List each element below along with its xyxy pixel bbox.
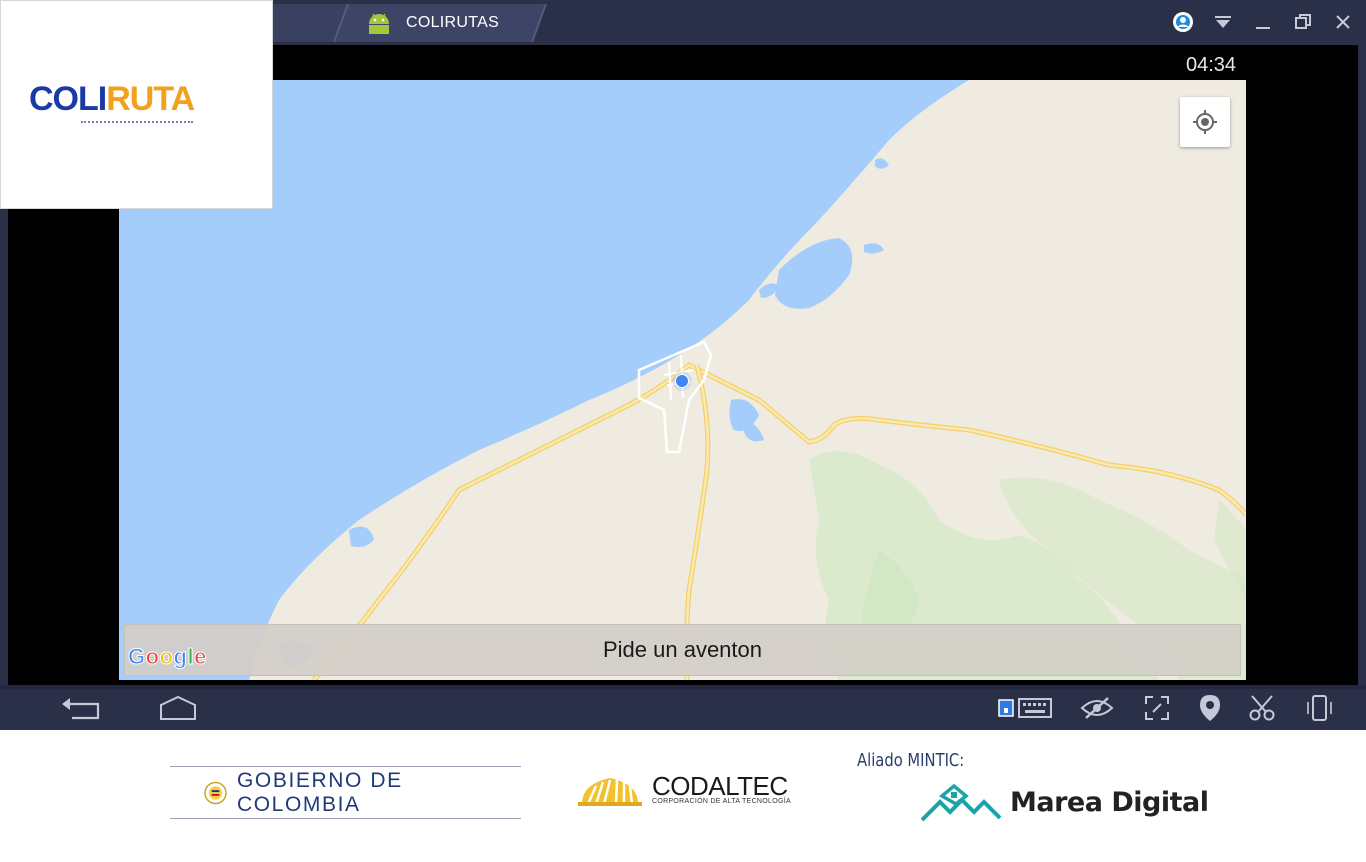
marea-digital-logo: Marea Digital: [920, 782, 1209, 822]
ally-label: Aliado MINTIC:: [857, 750, 965, 771]
government-logo: GOBIERNO DE COLOMBIA: [170, 766, 521, 819]
restore-icon[interactable]: [1288, 7, 1318, 37]
google-logo-letter: g: [173, 644, 188, 670]
codaltec-text: CODALTEC CORPORACIÓN DE ALTA TECNOLOGÍA: [652, 770, 791, 805]
request-ride-label: Pide un aventon: [602, 637, 763, 662]
colombia-seal-icon: [204, 781, 227, 804]
fullscreen-button[interactable]: [1138, 692, 1176, 724]
dropdown-icon[interactable]: [1208, 7, 1238, 37]
back-button[interactable]: [58, 692, 102, 724]
app-logo-part1: COLI: [29, 80, 107, 118]
keyboard-button[interactable]: [995, 692, 1055, 724]
google-logo-letter: G: [128, 644, 146, 670]
government-name: GOBIERNO DE COLOMBIA: [236, 768, 403, 816]
google-logo-letter: e: [194, 644, 207, 670]
marea-digital-name: Marea Digital: [1010, 786, 1209, 818]
rotate-device-icon: [1307, 695, 1332, 721]
codaltec-logo: CODALTEC CORPORACIÓN DE ALTA TECNOLOGÍA: [578, 772, 791, 806]
window-controls: [1168, 4, 1358, 40]
location-button[interactable]: [1191, 692, 1229, 724]
scissors-icon: [1249, 695, 1275, 721]
marea-digital-wave-icon: [920, 783, 1002, 822]
codaltec-subtitle: CORPORACIÓN DE ALTA TECNOLOGÍA: [652, 797, 791, 805]
google-logo-letter: o: [145, 644, 160, 670]
fullscreen-icon: [1145, 696, 1169, 720]
minimize-icon[interactable]: [1248, 7, 1278, 37]
my-location-icon: [1193, 110, 1217, 134]
tab-title: COLIRUTAS: [406, 14, 500, 31]
emulator-screen: COLIRUTAS 04:34 Pide un aventon Google C…: [0, 0, 1366, 862]
map-canvas[interactable]: [119, 80, 1246, 680]
google-logo-letter: o: [159, 644, 174, 670]
google-logo-text: Google: [128, 644, 207, 670]
google-logo: Google: [128, 644, 207, 670]
visibility-icon: [1080, 697, 1114, 719]
my-location-button[interactable]: [1180, 97, 1230, 147]
home-icon: [160, 695, 196, 720]
account-icon[interactable]: [1168, 7, 1198, 37]
app-logo-tagline: [81, 121, 193, 125]
scissors-button[interactable]: [1243, 692, 1281, 724]
keyboard-icon: [998, 698, 1052, 718]
home-button[interactable]: [156, 692, 200, 724]
status-time: 04:34: [1186, 54, 1237, 76]
android-icon: [369, 13, 389, 34]
location-icon: [1200, 695, 1220, 721]
request-ride-button[interactable]: Pide un aventon: [124, 624, 1241, 676]
app-logo-wordmark: COLIRUTA: [29, 80, 195, 118]
app-logo: COLIRUTA: [0, 0, 273, 209]
back-icon: [62, 698, 100, 720]
codaltec-emblem-icon: [578, 778, 642, 806]
active-tab-content[interactable]: COLIRUTAS: [366, 4, 499, 42]
app-logo-part2: RUTA: [106, 80, 195, 118]
rotate-device-button[interactable]: [1300, 692, 1338, 724]
close-icon[interactable]: [1328, 7, 1358, 37]
codaltec-name: CODALTEC: [652, 770, 788, 801]
map-view[interactable]: [119, 80, 1246, 680]
visibility-button[interactable]: [1078, 692, 1116, 724]
